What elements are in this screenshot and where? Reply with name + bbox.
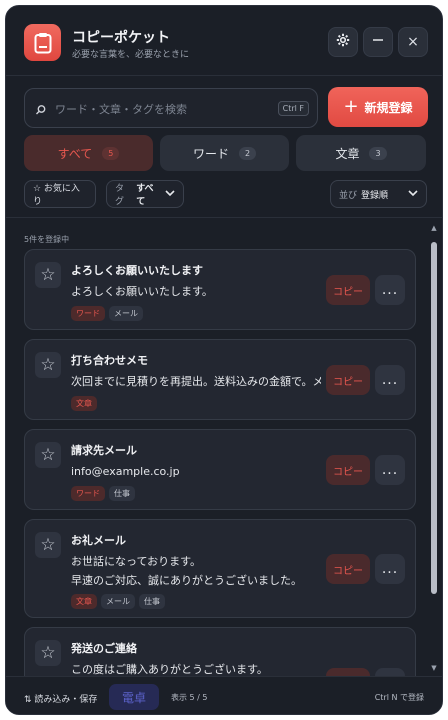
- copy-button[interactable]: コピー: [326, 554, 370, 584]
- list-item[interactable]: ☆ 請求先メール info@example.co.jp ワード 仕事 コピー .…: [24, 429, 416, 510]
- tab-words[interactable]: ワード 2: [160, 135, 289, 171]
- copy-button[interactable]: コピー: [326, 365, 370, 395]
- item-body-line: この度はご購入ありがとうございます。: [71, 663, 268, 676]
- tab-count: 2: [238, 146, 257, 160]
- close-icon: ×: [407, 34, 419, 50]
- new-entry-button[interactable]: + 新規登録: [328, 87, 428, 127]
- tag: 仕事: [109, 486, 135, 501]
- entry-list: ☆ よろしくお願いいたします よろしくお願いいたします。 ワード メール コピー…: [6, 248, 426, 676]
- item-tags: 文章: [71, 396, 97, 411]
- tag-filter-label: タグ: [115, 184, 125, 207]
- header: コピーポケット 必要な言葉を、必要なときに ×: [6, 6, 442, 76]
- list-item[interactable]: ☆ お礼メール お世話になっております。 早速のご対応、誠にありがとうございまし…: [24, 519, 416, 618]
- item-body-line: 早速のご対応、誠にありがとうございました。: [71, 574, 302, 587]
- star-icon[interactable]: ☆: [35, 352, 61, 378]
- app-window: コピーポケット 必要な言葉を、必要なときに × ワード・文章・タグを検索 Ctr…: [5, 5, 443, 715]
- sort-label: 並び: [339, 190, 358, 201]
- tag-filter-value: すべて: [136, 184, 154, 207]
- item-title: お礼メール: [71, 534, 126, 547]
- new-entry-label: 新規登録: [364, 100, 413, 115]
- star-icon[interactable]: ☆: [35, 442, 61, 468]
- star-icon[interactable]: ☆: [35, 532, 61, 558]
- item-body: この度はご購入ありがとうございます。: [71, 660, 321, 676]
- tag: メール: [101, 594, 135, 609]
- tag: ワード: [71, 486, 105, 501]
- tab-label: すべて: [57, 146, 93, 161]
- search-shortcut: Ctrl F: [277, 101, 309, 116]
- tag: 文章: [71, 594, 97, 609]
- copy-button[interactable]: コピー: [326, 275, 370, 305]
- settings-button[interactable]: [328, 27, 358, 57]
- footer: ⇅ 読み込み・保存 電卓 表示 5 / 5 Ctrl N で登録: [6, 676, 442, 714]
- item-body-line: よろしくお願いいたします。: [71, 285, 213, 298]
- item-title: よろしくお願いいたします: [71, 264, 203, 277]
- display-count: 表示 5 / 5: [171, 693, 208, 702]
- favorites-label: ☆ お気に入り: [33, 184, 80, 207]
- item-tags: ワード 仕事: [71, 486, 135, 501]
- scrollbar-thumb[interactable]: [431, 242, 437, 594]
- list-item[interactable]: ☆ 発送のご連絡 この度はご購入ありがとうございます。 コピー ...: [24, 627, 416, 676]
- more-button[interactable]: ...: [375, 455, 405, 485]
- shortcut-hint: Ctrl N で登録: [374, 693, 424, 702]
- app-subtitle: 必要な言葉を、必要なときに: [72, 50, 190, 60]
- item-count-label: 5件を登録中: [24, 235, 70, 244]
- divider: [6, 217, 442, 218]
- copy-button[interactable]: コピー: [326, 455, 370, 485]
- tab-label: ワード: [192, 146, 229, 161]
- star-icon[interactable]: ☆: [35, 262, 61, 288]
- item-title: 請求先メール: [71, 444, 137, 457]
- favorites-filter[interactable]: ☆ お気に入り: [24, 180, 96, 208]
- more-button[interactable]: ...: [375, 668, 405, 676]
- item-body: よろしくお願いいたします。: [71, 282, 321, 301]
- minimize-button[interactable]: [363, 27, 393, 57]
- sort-value: 登録順: [361, 190, 389, 201]
- plus-icon: +: [343, 96, 359, 117]
- item-title: 打ち合わせメモ: [71, 354, 148, 367]
- search-placeholder: ワード・文章・タグを検索: [55, 103, 187, 116]
- tag: 仕事: [139, 594, 165, 609]
- tab-count: 3: [369, 146, 387, 160]
- tab-label: 文章: [335, 146, 360, 161]
- tab-count: 5: [102, 146, 120, 160]
- tab-sentences[interactable]: 文章 3: [296, 135, 426, 171]
- search-icon: [35, 101, 47, 120]
- app-title: コピーポケット: [72, 30, 170, 46]
- scroll-up-icon[interactable]: ▲: [430, 224, 438, 232]
- chevron-down-icon: [165, 189, 175, 200]
- item-body: お世話になっております。 早速のご対応、誠にありがとうございました。: [71, 552, 321, 590]
- item-title: 発送のご連絡: [71, 642, 137, 655]
- item-body-line: 次回までに見積りを再提出。送料込みの金額で。メモ: [71, 375, 321, 388]
- scroll-down-icon[interactable]: ▼: [430, 664, 438, 672]
- close-button[interactable]: ×: [398, 27, 428, 57]
- gear-icon: [336, 33, 350, 51]
- item-body-line: お世話になっております。: [71, 555, 202, 568]
- chevron-down-icon: [408, 189, 418, 200]
- item-body-line: info@example.co.jp: [71, 465, 180, 478]
- search-input[interactable]: ワード・文章・タグを検索 Ctrl F: [24, 88, 318, 128]
- item-body: info@example.co.jp: [71, 462, 321, 481]
- item-body: 次回までに見積りを再提出。送料込みの金額で。メモ: [71, 372, 321, 391]
- scrollbar[interactable]: ▲ ▼: [428, 222, 440, 676]
- tag: メール: [109, 306, 143, 321]
- more-button[interactable]: ...: [375, 554, 405, 584]
- clipboard-icon: [24, 24, 61, 61]
- sort-select[interactable]: 並び 登録順: [330, 180, 427, 208]
- minimize-icon: [372, 34, 384, 50]
- copy-button[interactable]: コピー: [326, 668, 370, 676]
- list-item[interactable]: ☆ よろしくお願いいたします よろしくお願いいたします。 ワード メール コピー…: [24, 249, 416, 330]
- item-tags: ワード メール: [71, 306, 143, 321]
- import-export-button[interactable]: ⇅ 読み込み・保存: [24, 692, 97, 705]
- tag-filter-select[interactable]: タグ すべて: [106, 180, 184, 208]
- tag: ワード: [71, 306, 105, 321]
- star-icon[interactable]: ☆: [35, 640, 61, 666]
- list-item[interactable]: ☆ 打ち合わせメモ 次回までに見積りを再提出。送料込みの金額で。メモ 文章 コピ…: [24, 339, 416, 420]
- more-button[interactable]: ...: [375, 275, 405, 305]
- tag: 文章: [71, 396, 97, 411]
- tab-all[interactable]: すべて 5: [24, 135, 153, 171]
- calculator-button[interactable]: 電卓: [109, 684, 159, 710]
- item-tags: 文章 メール 仕事: [71, 594, 165, 609]
- more-button[interactable]: ...: [375, 365, 405, 395]
